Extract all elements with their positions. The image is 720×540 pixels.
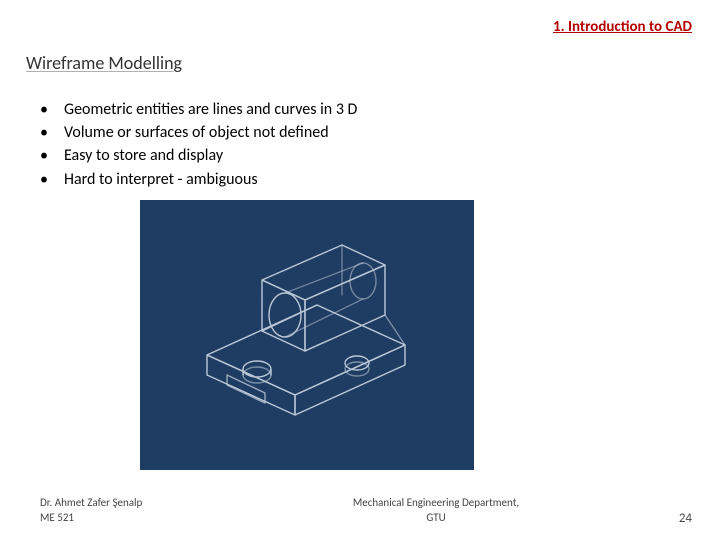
footer-course: ME 521	[40, 511, 220, 526]
footer-author: Dr. Ahmet Zafer Şenalp	[40, 496, 220, 511]
chapter-title: 1. Introduction to CAD	[553, 18, 692, 36]
bullet-list: Geometric entities are lines and curves …	[40, 98, 357, 191]
list-item: Easy to store and display	[40, 144, 357, 167]
list-item: Volume or surfaces of object not defined	[40, 121, 357, 144]
list-item: Geometric entities are lines and curves …	[40, 98, 357, 121]
slide-title: Wireframe Modelling	[26, 52, 182, 74]
list-item: Hard to interpret - ambiguous	[40, 168, 357, 191]
slide-footer: Dr. Ahmet Zafer Şenalp ME 521 Mechanical…	[0, 496, 720, 526]
footer-left: Dr. Ahmet Zafer Şenalp ME 521	[40, 496, 220, 526]
footer-institution: GTU	[220, 511, 652, 526]
footer-center: Mechanical Engineering Department, GTU	[220, 496, 652, 526]
wireframe-bracket-icon	[167, 225, 447, 445]
footer-department: Mechanical Engineering Department,	[220, 496, 652, 511]
footer-page-number: 24	[652, 511, 692, 526]
wireframe-figure	[140, 200, 474, 470]
